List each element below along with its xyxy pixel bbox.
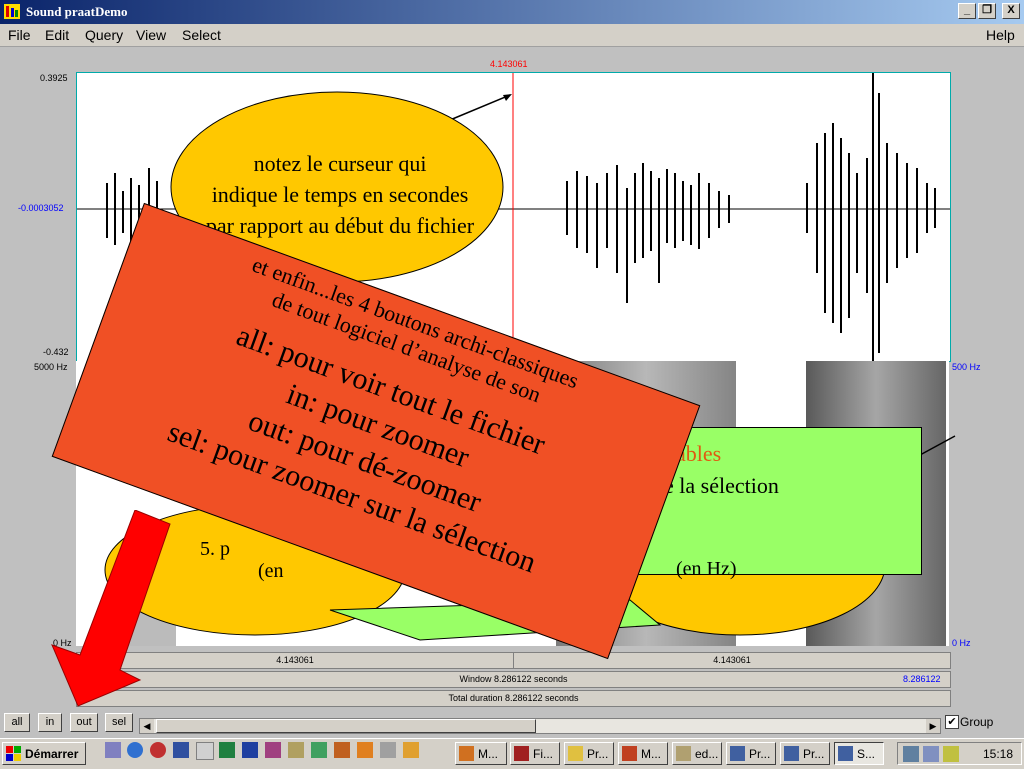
- start-button[interactable]: Démarrer: [2, 742, 86, 765]
- praat-icon: [730, 746, 745, 761]
- shortcut-icon[interactable]: [334, 742, 350, 758]
- total-duration-bar[interactable]: Total duration 8.286122 seconds: [76, 690, 951, 707]
- task-item-6[interactable]: Pr...: [726, 742, 776, 765]
- matlab-launch-icon[interactable]: [357, 742, 373, 758]
- cursor-callout: notez le curseur qui indique le temps en…: [175, 148, 505, 241]
- scroll-right-icon[interactable]: ▶: [926, 719, 940, 733]
- cursor-callout-line1: notez le curseur qui: [253, 151, 427, 176]
- audio-icon[interactable]: [403, 742, 419, 758]
- editor-icon: [676, 746, 691, 761]
- in-button[interactable]: in: [38, 713, 62, 732]
- folder-icon: [568, 746, 583, 761]
- group-label: Group: [960, 715, 994, 729]
- red-arrow-icon: [51, 510, 171, 707]
- window-duration-bar[interactable]: Window 8.286122 seconds: [76, 671, 951, 688]
- start-label: Démarrer: [25, 747, 79, 761]
- task-item-2[interactable]: Fi...: [510, 742, 560, 765]
- green-callout-text-3: (en Hz): [676, 558, 737, 580]
- left-callout-text-2: (en: [258, 560, 284, 582]
- utility-icon[interactable]: [288, 742, 304, 758]
- tool-icon[interactable]: [265, 742, 281, 758]
- scroll-thumb[interactable]: [156, 719, 536, 733]
- sel-button[interactable]: sel: [105, 713, 133, 732]
- time-segment-right[interactable]: 4.143061: [513, 652, 951, 669]
- cursor-callout-line2: indique le temps en secondes: [211, 182, 469, 207]
- printer-icon[interactable]: [923, 746, 939, 762]
- app-launch-icon[interactable]: [150, 742, 166, 758]
- task-item-7[interactable]: Pr...: [780, 742, 830, 765]
- window-duration-label: Window 8.286122 seconds: [459, 674, 568, 684]
- notepad-icon[interactable]: [196, 742, 214, 760]
- browser-icon[interactable]: [127, 742, 143, 758]
- task-item-3[interactable]: Pr...: [564, 742, 614, 765]
- desktop-icon[interactable]: [105, 742, 121, 758]
- matlab-icon: [459, 746, 474, 761]
- praat-icon: [784, 746, 799, 761]
- out-button[interactable]: out: [70, 713, 98, 732]
- task-item-5[interactable]: ed...: [672, 742, 722, 765]
- paint-icon[interactable]: [311, 742, 327, 758]
- left-callout-text-1: 5. p: [200, 538, 230, 560]
- scroll-left-icon[interactable]: ◀: [140, 719, 154, 733]
- network-icon[interactable]: [903, 746, 919, 762]
- program-icon[interactable]: [380, 742, 396, 758]
- system-tray: 15:18: [897, 742, 1022, 765]
- praat-icon: [838, 746, 853, 761]
- windows-logo-icon: [6, 746, 21, 761]
- group-checkbox[interactable]: ✔: [945, 715, 959, 729]
- task-item-4[interactable]: M...: [618, 742, 668, 765]
- app-icon: [514, 746, 529, 761]
- volume-icon[interactable]: [943, 746, 959, 762]
- task-item-1[interactable]: M...: [455, 742, 507, 765]
- excel-icon[interactable]: [219, 742, 235, 758]
- clock: 15:18: [983, 747, 1014, 761]
- media-icon[interactable]: [173, 742, 189, 758]
- powerpoint-icon: [622, 746, 637, 761]
- all-button[interactable]: all: [4, 713, 30, 732]
- task-item-8-active[interactable]: S...: [834, 742, 884, 765]
- window-end-label: 8.286122: [903, 674, 941, 684]
- word-icon[interactable]: [242, 742, 258, 758]
- horizontal-scrollbar[interactable]: ◀ ▶: [139, 718, 941, 734]
